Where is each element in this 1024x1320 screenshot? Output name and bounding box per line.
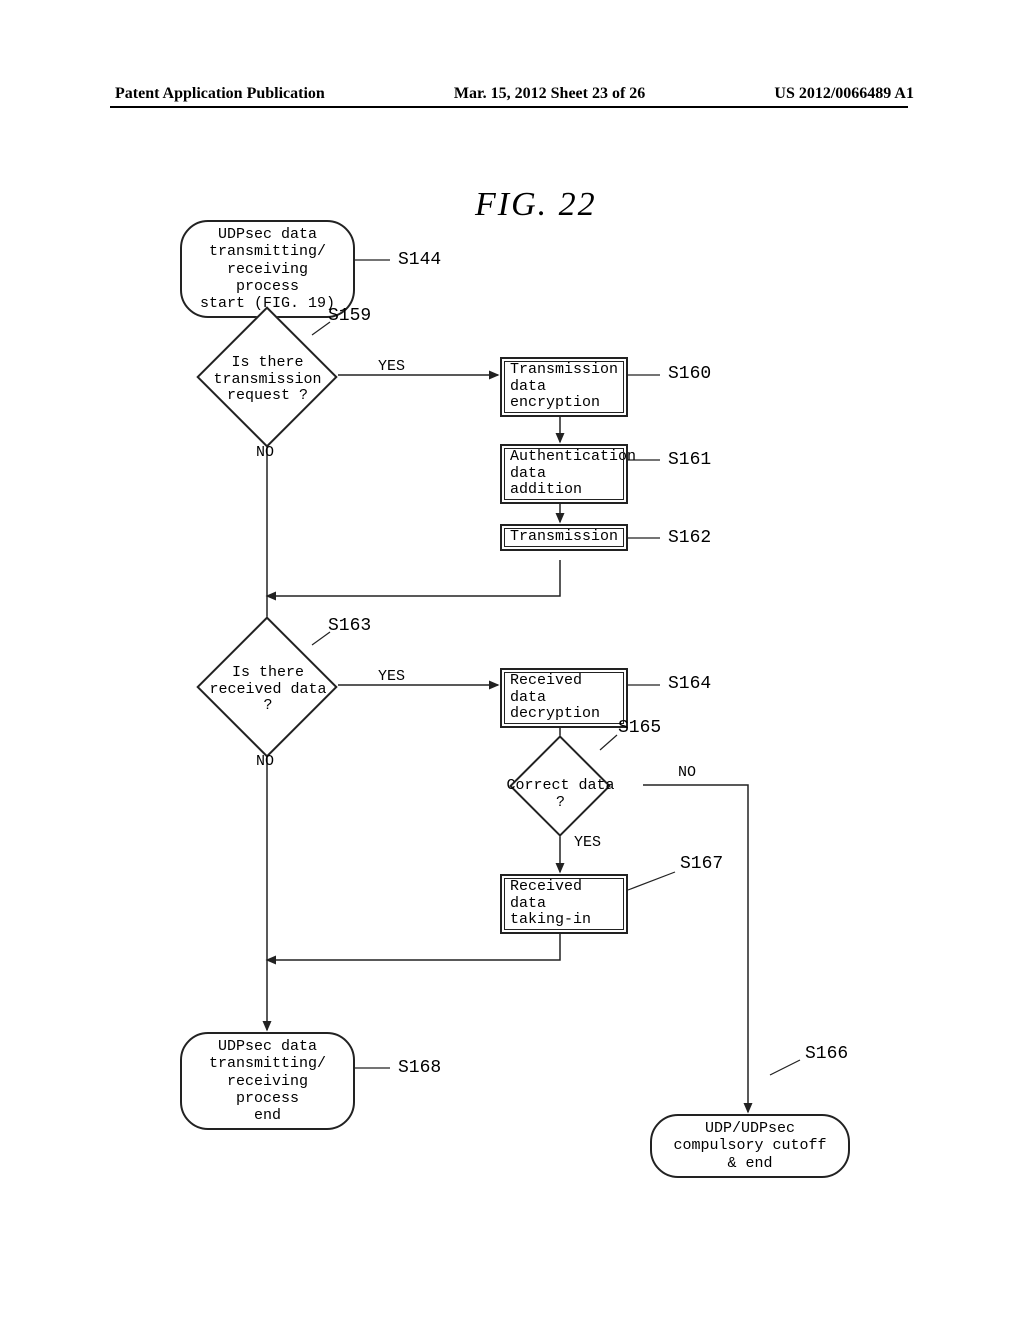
terminal-cutoff: UDP/UDPsec compulsory cutoff & end [650, 1114, 850, 1178]
label-no-1: NO [256, 444, 274, 461]
process-auth-add: Authentication data addition [500, 444, 628, 504]
process-rx-decrypt: Received data decryption [500, 668, 628, 728]
figure-title: FIG. 22 [475, 186, 597, 224]
label-s144: S144 [398, 250, 441, 270]
label-s164: S164 [668, 674, 711, 694]
label-s168: S168 [398, 1058, 441, 1078]
label-no-3: NO [678, 764, 696, 781]
label-yes-3: YES [574, 834, 601, 851]
header-left: Patent Application Publication [115, 85, 325, 103]
flowchart: UDPsec data transmitting/ receiving proc… [120, 220, 900, 1220]
label-s163: S163 [328, 616, 371, 636]
label-s159: S159 [328, 306, 371, 326]
terminal-start: UDPsec data transmitting/ receiving proc… [180, 220, 355, 318]
label-no-2: NO [256, 753, 274, 770]
label-s167: S167 [680, 854, 723, 874]
terminal-end-text: UDPsec data transmitting/ receiving proc… [192, 1038, 343, 1124]
label-yes-2: YES [378, 668, 405, 685]
process-transmission: Transmission [500, 524, 628, 551]
header-center: Mar. 15, 2012 Sheet 23 of 26 [454, 85, 645, 103]
process-auth-text: Authentication data addition [510, 449, 618, 499]
header-right: US 2012/0066489 A1 [774, 85, 914, 103]
process-tx-text: Transmission [510, 529, 618, 546]
label-s162: S162 [668, 528, 711, 548]
label-s161: S161 [668, 450, 711, 470]
label-s160: S160 [668, 364, 711, 384]
label-s165: S165 [618, 718, 661, 738]
process-rxdec-text: Received data decryption [510, 673, 618, 723]
process-rx-takein: Received data taking-in [500, 874, 628, 934]
label-s166: S166 [805, 1044, 848, 1064]
header-divider [110, 106, 908, 108]
page-header: Patent Application Publication Mar. 15, … [0, 85, 1024, 103]
process-tx-enc-text: Transmission data encryption [510, 362, 618, 412]
process-tx-encrypt: Transmission data encryption [500, 357, 628, 417]
terminal-cutoff-text: UDP/UDPsec compulsory cutoff & end [662, 1120, 838, 1172]
terminal-end: UDPsec data transmitting/ receiving proc… [180, 1032, 355, 1130]
label-yes-1: YES [378, 358, 405, 375]
process-rxtake-text: Received data taking-in [510, 879, 618, 929]
terminal-start-text: UDPsec data transmitting/ receiving proc… [192, 226, 343, 312]
